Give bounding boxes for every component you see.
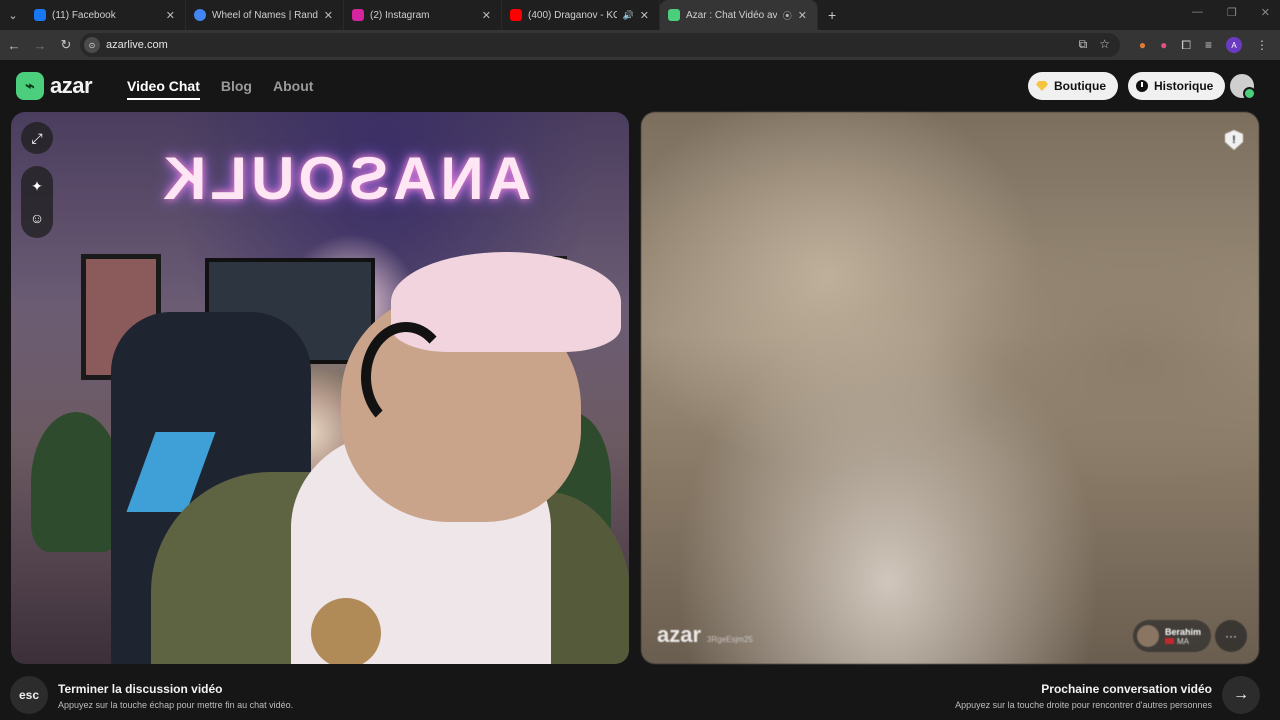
azar-icon (668, 9, 680, 21)
tab-azar[interactable]: Azar : Chat Vidéo avec de ⦿ ✕ (660, 0, 818, 30)
media-controls-icon[interactable]: ≡ (1205, 38, 1212, 52)
chat-bubble-icon[interactable]: ··· (1215, 620, 1247, 652)
plant-image (31, 412, 121, 552)
peer-info[interactable]: Berahim MA (1132, 620, 1211, 652)
main-nav: Video Chat Blog About (127, 78, 313, 100)
tab-instagram[interactable]: (2) Instagram ✕ (344, 0, 502, 30)
tab-title: (2) Instagram (370, 9, 430, 21)
tab-wheel-of-names[interactable]: Wheel of Names | Random nam ✕ (186, 0, 344, 30)
report-shield-icon[interactable]: ! (1225, 130, 1243, 150)
site-info-icon[interactable]: ⊙ (84, 37, 100, 53)
extensions-bar: ● ● ⧠ ≡ A ⋮ (1139, 37, 1268, 53)
close-icon[interactable]: ✕ (798, 9, 807, 22)
menu-kebab-icon[interactable]: ⋮ (1256, 38, 1268, 52)
address-bar[interactable]: ⊙ azarlive.com ⧉ ☆ (80, 33, 1120, 57)
audio-icon[interactable]: 🔊 (623, 10, 634, 21)
youtube-icon (510, 9, 522, 21)
azar-watermark: azar 3RgeEsjm25 (657, 622, 753, 648)
azar-logo-icon: ⌁ (16, 72, 44, 100)
sparkle-effects-icon[interactable]: ✦ (21, 170, 53, 202)
url-text: azarlive.com (106, 39, 168, 51)
tab-title: (400) Draganov - KOUDOUN (528, 9, 617, 21)
expand-icon[interactable]: ⤢ (21, 122, 53, 154)
end-chat-subtitle: Appuyez sur la touche échap pour mettre … (58, 700, 294, 710)
historique-button[interactable]: Historique (1128, 72, 1226, 100)
peer-country-code: MA (1176, 636, 1189, 646)
extensions-puzzle-icon[interactable]: ⧠ (1181, 38, 1191, 53)
peer-country: MA (1164, 636, 1201, 646)
historique-label: Historique (1154, 79, 1214, 93)
install-icon[interactable]: ⧉ (1079, 37, 1088, 52)
tab-title: (11) Facebook (52, 9, 116, 21)
back-icon[interactable]: ← (2, 38, 26, 53)
nav-blog[interactable]: Blog (221, 78, 252, 100)
browser-toolbar: ← → ↻ ⊙ azarlive.com ⧉ ☆ ● ● ⧠ ≡ A ⋮ (0, 30, 1280, 60)
esc-button[interactable]: esc (10, 676, 48, 714)
tab-youtube[interactable]: (400) Draganov - KOUDOUN 🔊 ✕ (502, 0, 660, 30)
morocco-flag-icon (1164, 638, 1174, 644)
tab-search-icon[interactable]: ⌄ (0, 0, 26, 30)
clock-icon (1136, 80, 1148, 92)
extension-fox-icon[interactable]: ● (1139, 38, 1146, 52)
end-chat-hint: Terminer la discussion vidéo Appuyez sur… (58, 682, 293, 710)
peer-video: ! azar 3RgeEsjm25 Berahim MA ··· (641, 112, 1259, 664)
azar-logo[interactable]: ⌁ azar (16, 72, 93, 100)
instagram-icon (352, 9, 364, 21)
close-window-icon[interactable]: ✕ (1261, 6, 1270, 19)
neon-sign: ANASOULK (159, 145, 531, 212)
new-tab-icon[interactable]: + (828, 7, 836, 23)
shortcut-footer: esc Terminer la discussion vidéo Appuyez… (0, 668, 1280, 720)
recording-icon: ⦿ (782, 10, 792, 21)
browser-tab-strip: ⌄ (11) Facebook ✕ Wheel of Names | Rando… (0, 0, 1280, 30)
chrome-icon (194, 9, 206, 21)
boutique-button[interactable]: Boutique (1028, 72, 1118, 100)
user-avatar[interactable] (1230, 74, 1256, 100)
minimize-icon[interactable]: — (1192, 6, 1203, 19)
bookmark-star-icon[interactable]: ☆ (1099, 37, 1110, 52)
video-tools: ⤢ ✦ ☺ (21, 122, 53, 238)
next-chat-subtitle: Appuyez sur la touche droite pour rencon… (955, 700, 1212, 710)
jacket-patch-image (311, 598, 381, 664)
tab-title: Azar : Chat Vidéo avec de (686, 9, 777, 21)
end-chat-title: Terminer la discussion vidéo (58, 682, 223, 696)
tab-facebook[interactable]: (11) Facebook ✕ (26, 0, 186, 30)
tab-title: Wheel of Names | Random nam (212, 9, 318, 21)
close-icon[interactable]: ✕ (482, 9, 491, 22)
peer-avatar (1136, 625, 1159, 647)
extension-shield-icon[interactable]: ● (1160, 38, 1167, 52)
headset-image (361, 322, 451, 432)
facebook-icon (34, 9, 46, 21)
azar-site: ⌁ azar Video Chat Blog About Boutique Hi… (0, 60, 1280, 720)
watermark-id: 3RgeEsjm25 (707, 635, 753, 644)
reload-icon[interactable]: ↻ (54, 37, 78, 53)
next-chat-hint: Prochaine conversation vidéo Appuyez sur… (955, 682, 1212, 710)
boutique-label: Boutique (1054, 79, 1106, 93)
self-video: ANASOULK ⤢ ✦ ☺ (11, 112, 629, 664)
effects-tool-group: ✦ ☺ (21, 166, 53, 238)
forward-icon[interactable]: → (28, 38, 52, 53)
peer-name: Berahim (1164, 626, 1201, 637)
nav-about[interactable]: About (273, 78, 313, 100)
close-icon[interactable]: ✕ (324, 9, 333, 22)
face-filter-icon[interactable]: ☺ (21, 202, 53, 234)
window-controls: — ❐ ✕ (1192, 6, 1270, 19)
close-icon[interactable]: ✕ (166, 9, 175, 22)
close-icon[interactable]: ✕ (640, 9, 649, 22)
next-arrow-button[interactable]: → (1222, 676, 1260, 714)
next-chat-title: Prochaine conversation vidéo (1041, 682, 1212, 696)
watermark-logo: azar (657, 622, 702, 647)
maximize-icon[interactable]: ❐ (1227, 6, 1237, 19)
nav-video-chat[interactable]: Video Chat (127, 78, 200, 100)
gem-icon (1036, 81, 1048, 91)
logo-text: azar (50, 73, 93, 98)
profile-avatar[interactable]: A (1226, 37, 1242, 53)
